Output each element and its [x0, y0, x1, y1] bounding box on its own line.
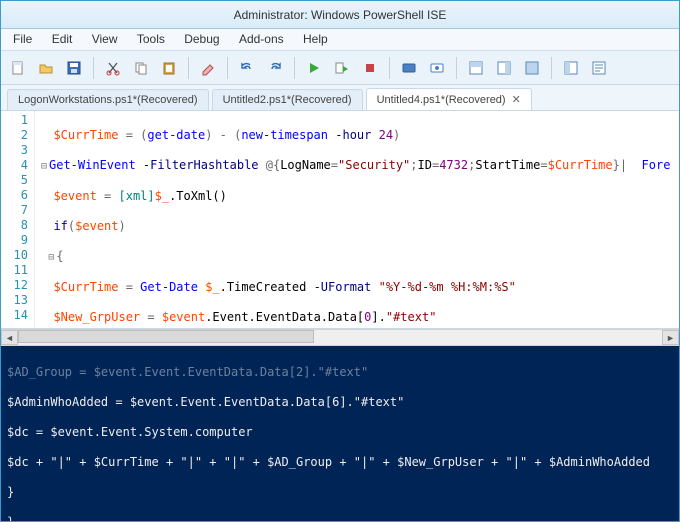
- toolbar-separator: [389, 57, 390, 79]
- line-number-gutter: 1234567891011121314: [1, 111, 35, 328]
- toolbar-separator: [456, 57, 457, 79]
- menu-help[interactable]: Help: [295, 29, 336, 49]
- tab-untitled2[interactable]: Untitled2.ps1*(Recovered): [212, 89, 363, 110]
- tab-logonworkstations[interactable]: LogonWorkstations.ps1*(Recovered): [7, 89, 209, 110]
- open-file-button[interactable]: [35, 57, 57, 79]
- editor-horizontal-scrollbar[interactable]: ◄ ►: [1, 329, 679, 346]
- start-remote-button[interactable]: [426, 57, 448, 79]
- scroll-thumb[interactable]: [18, 330, 314, 343]
- console-line: $dc + "|" + $CurrTime + "|" + "|" + $AD_…: [7, 455, 673, 470]
- console-line: }: [7, 515, 673, 521]
- show-command-addon-button[interactable]: [560, 57, 582, 79]
- console-line: $AdminWhoAdded = $event.Event.EventData.…: [7, 395, 673, 410]
- show-script-pane-max-button[interactable]: [521, 57, 543, 79]
- run-script-button[interactable]: [303, 57, 325, 79]
- tab-label: Untitled4.ps1*(Recovered): [377, 94, 506, 106]
- window-title-bar: Administrator: Windows PowerShell ISE: [1, 1, 679, 29]
- stop-button[interactable]: [359, 57, 381, 79]
- tab-label: LogonWorkstations.ps1*(Recovered): [18, 94, 198, 106]
- console-line: }: [7, 485, 673, 500]
- console-line: $AD_Group = $event.Event.EventData.Data[…: [7, 365, 673, 380]
- scroll-right-icon[interactable]: ►: [662, 330, 679, 345]
- code-body[interactable]: $CurrTime = (get-date) - (new-timespan -…: [35, 111, 679, 328]
- tab-label: Untitled2.ps1*(Recovered): [223, 94, 352, 106]
- toolbar-separator: [294, 57, 295, 79]
- editor-tabs: LogonWorkstations.ps1*(Recovered) Untitl…: [1, 85, 679, 111]
- menu-file[interactable]: File: [5, 29, 40, 49]
- new-file-button[interactable]: [7, 57, 29, 79]
- toolbar-separator: [551, 57, 552, 79]
- toolbar-separator: [227, 57, 228, 79]
- window-title: Administrator: Windows PowerShell ISE: [234, 8, 447, 22]
- show-script-pane-right-button[interactable]: [493, 57, 515, 79]
- menu-view[interactable]: View: [84, 29, 126, 49]
- cut-button[interactable]: [102, 57, 124, 79]
- clear-output-button[interactable]: [197, 57, 219, 79]
- save-button[interactable]: [63, 57, 85, 79]
- console-line: $dc = $event.Event.System.computer: [7, 425, 673, 440]
- menu-bar: File Edit View Tools Debug Add-ons Help: [1, 29, 679, 51]
- undo-button[interactable]: [236, 57, 258, 79]
- fold-icon[interactable]: ⊟: [39, 159, 49, 174]
- console-pane[interactable]: $AD_Group = $event.Event.EventData.Data[…: [1, 346, 679, 521]
- scroll-track[interactable]: [18, 330, 662, 345]
- script-editor[interactable]: 1234567891011121314 $CurrTime = (get-dat…: [1, 111, 679, 329]
- menu-addons[interactable]: Add-ons: [231, 29, 292, 49]
- menu-tools[interactable]: Tools: [129, 29, 173, 49]
- show-script-pane-top-button[interactable]: [465, 57, 487, 79]
- run-selection-button[interactable]: [331, 57, 353, 79]
- new-remote-tab-button[interactable]: [398, 57, 420, 79]
- fold-icon[interactable]: ⊟: [46, 250, 56, 265]
- scroll-left-icon[interactable]: ◄: [1, 330, 18, 345]
- show-command-window-button[interactable]: [588, 57, 610, 79]
- toolbar: [1, 51, 679, 85]
- menu-edit[interactable]: Edit: [44, 29, 81, 49]
- paste-button[interactable]: [158, 57, 180, 79]
- toolbar-separator: [188, 57, 189, 79]
- toolbar-separator: [93, 57, 94, 79]
- redo-button[interactable]: [264, 57, 286, 79]
- copy-button[interactable]: [130, 57, 152, 79]
- menu-debug[interactable]: Debug: [176, 29, 227, 49]
- tab-untitled4[interactable]: Untitled4.ps1*(Recovered) ✕: [366, 88, 532, 110]
- close-icon[interactable]: ✕: [512, 93, 521, 106]
